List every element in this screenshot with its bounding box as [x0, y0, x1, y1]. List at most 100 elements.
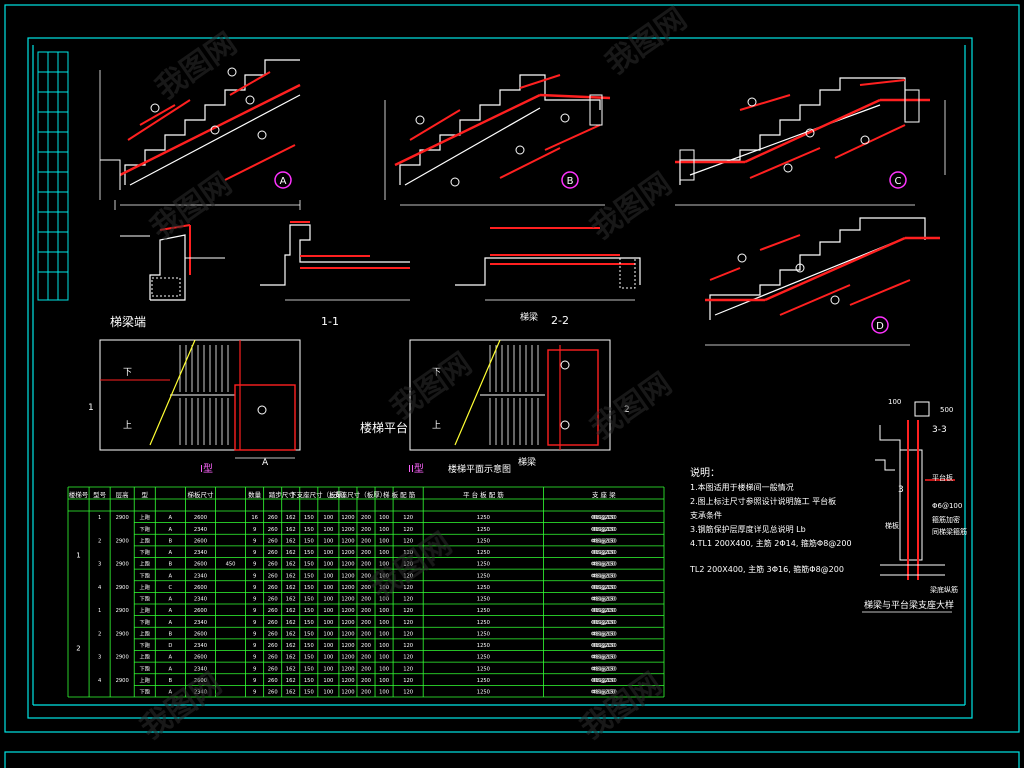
- table-cell: A: [169, 655, 173, 661]
- table-cell: 1250: [477, 608, 490, 614]
- table-cell: 1200: [341, 515, 354, 521]
- table-group-label: 1: [76, 552, 80, 560]
- table-cell: 100: [323, 655, 333, 661]
- table-cell: 上跑: [140, 653, 150, 661]
- table-cell: 162: [286, 573, 296, 579]
- detail-cut-label: 3: [898, 485, 904, 495]
- table-cell: 下跑: [140, 688, 150, 696]
- table-cell: 162: [286, 608, 296, 614]
- table-cell: 上跑: [140, 676, 150, 684]
- table-cell: 2: [98, 631, 101, 637]
- table-cell: 9: [253, 538, 256, 544]
- stair-section-D: D: [705, 217, 940, 346]
- table-cell: 2600: [194, 655, 207, 661]
- table-cell: A: [169, 666, 173, 672]
- table-cell: 162: [286, 562, 296, 568]
- table-cell: 150: [304, 550, 314, 556]
- table-cell: A: [169, 550, 173, 556]
- stair-section-B: B: [384, 74, 611, 206]
- stair-type-C-label: C: [895, 176, 902, 187]
- table-cell: 100: [323, 620, 333, 626]
- table-cell: 150: [304, 678, 314, 684]
- detail-label-5: 梁底纵筋: [930, 585, 958, 594]
- stair-section-C: C: [675, 77, 946, 206]
- table-cell: 9: [253, 655, 256, 661]
- table-cell: 150: [304, 620, 314, 626]
- table-cell: 2900: [116, 538, 129, 544]
- table-cell: 上跑: [140, 560, 150, 568]
- table-cell: B: [169, 678, 173, 684]
- table-cell: Φ8@200: [593, 608, 615, 614]
- table-cell: 1200: [341, 643, 354, 649]
- table-cell: 150: [304, 585, 314, 591]
- table-cell: 9: [253, 527, 256, 533]
- watermark-5: 我图网: [385, 346, 479, 426]
- table-cell: Φ8@200: [593, 666, 615, 672]
- table-cell: 260: [268, 631, 278, 637]
- table-cell: 4: [98, 585, 102, 591]
- table-cell: 162: [286, 538, 296, 544]
- table-cell: 1250: [477, 655, 490, 661]
- table-cell: 200: [361, 527, 371, 533]
- table-cell: Φ8@200: [593, 527, 615, 533]
- table-cell: 下跑: [140, 641, 150, 649]
- plan-2-tag: II型: [408, 462, 424, 475]
- table-cell: 1: [98, 515, 101, 521]
- table-cell: 260: [268, 608, 278, 614]
- table-cell: B: [169, 538, 173, 544]
- table-cell: 200: [361, 550, 371, 556]
- table-cell: 120: [403, 678, 413, 684]
- table-cell: 162: [286, 678, 296, 684]
- table-cell: 162: [286, 585, 296, 591]
- table-cell: Φ8@200: [593, 538, 615, 544]
- table-cell: B: [169, 631, 173, 637]
- table-cell: 1250: [477, 573, 490, 579]
- table-cell: 9: [253, 573, 256, 579]
- table-cell: A: [169, 527, 173, 533]
- table-cell: 9: [253, 562, 256, 568]
- table-cell: 9: [253, 620, 256, 626]
- table-header-cell: 楼梯号: [69, 490, 89, 499]
- table-cell: 1200: [341, 666, 354, 672]
- table-header-cell: 梯 板 配 筋: [383, 490, 416, 499]
- table-cell: 100: [379, 527, 389, 533]
- table-cell: 120: [403, 538, 413, 544]
- table-cell: 1200: [341, 573, 354, 579]
- table-cell: 16: [251, 515, 258, 521]
- detail-label-4: 同梯梁箍筋: [932, 527, 967, 536]
- watermark-9: 我图网: [575, 666, 669, 746]
- table-cell: 1200: [341, 527, 354, 533]
- plan-1-down-label: 下: [123, 368, 132, 378]
- section-3-3-label: 3-3: [932, 425, 947, 435]
- table-cell: 2340: [194, 550, 207, 556]
- table-cell: 162: [286, 620, 296, 626]
- table-cell: Φ8@200: [593, 585, 615, 591]
- table-cell: 100: [323, 515, 333, 521]
- table-cell: 9: [253, 597, 256, 603]
- detail-caption: 梯梁与平台梁支座大样: [864, 599, 954, 611]
- table-cell: 260: [268, 585, 278, 591]
- table-cell: 1200: [341, 550, 354, 556]
- table-cell: 120: [403, 655, 413, 661]
- table-cell: 150: [304, 527, 314, 533]
- table-cell: 2900: [116, 515, 129, 521]
- table-cell: 下跑: [140, 525, 150, 533]
- table-header-cell: 型: [142, 490, 149, 499]
- table-cell: 260: [268, 573, 278, 579]
- table-cell: 120: [403, 608, 413, 614]
- notes-title: 说明：: [690, 466, 720, 479]
- table-cell: 1250: [477, 527, 490, 533]
- table-cell: 2600: [194, 515, 207, 521]
- table-group-label: 2: [76, 645, 80, 653]
- table-cell: 1250: [477, 585, 490, 591]
- schedule-table: 楼梯号 型号 层高型梯板尺寸 数量 踏步尺寸下支座尺寸（板厚）上支座尺寸（板厚）梯 板 …: [67, 486, 665, 698]
- table-cell: 260: [268, 690, 278, 696]
- table-cell: 150: [304, 643, 314, 649]
- table-cell: 150: [304, 597, 314, 603]
- table-cell: 100: [379, 550, 389, 556]
- table-header-cell: 平 台 板 配 筋: [463, 490, 504, 499]
- table-cell: Φ8@200: [593, 573, 615, 579]
- plan-1-up-label: 上: [123, 420, 132, 431]
- table-cell: 下跑: [140, 548, 150, 556]
- note-line-1: 1.本图适用于楼梯间一般情况: [690, 482, 794, 492]
